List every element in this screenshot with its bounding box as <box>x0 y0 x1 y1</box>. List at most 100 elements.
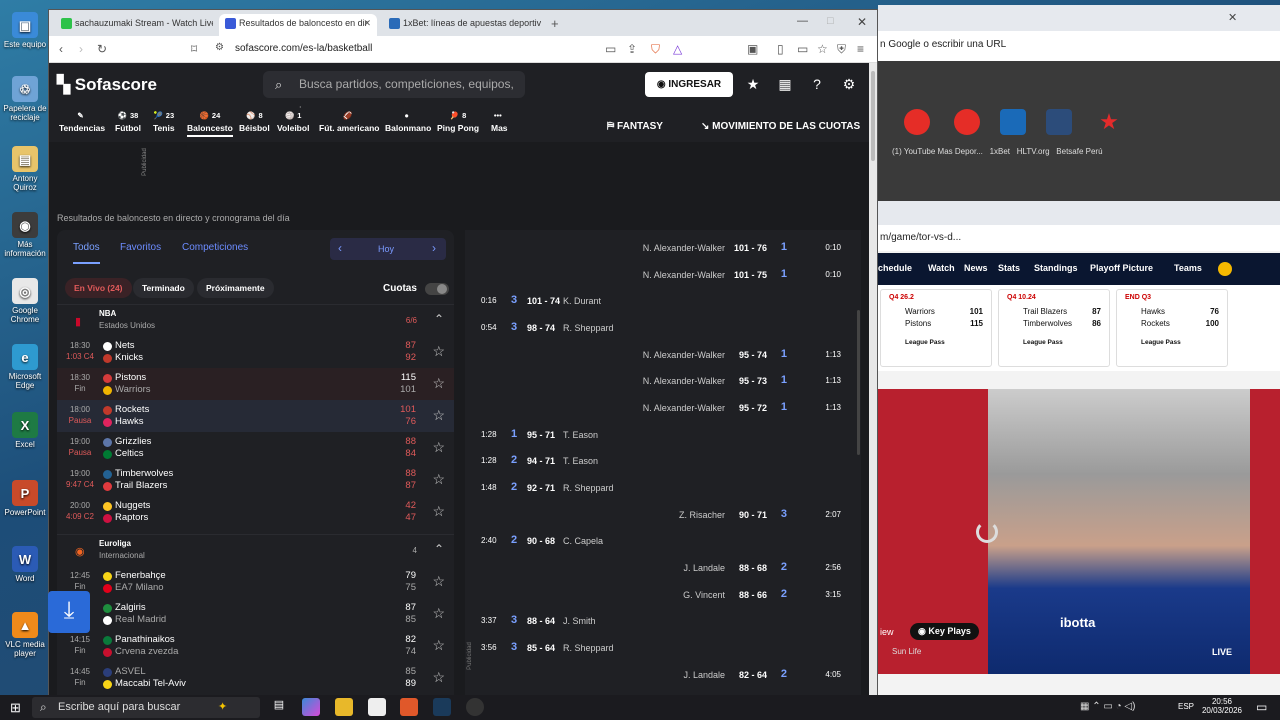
nba-nav-item[interactable]: chedule <box>878 263 912 273</box>
desktop-icon[interactable]: ▣ Este equipo <box>2 12 48 49</box>
match-row[interactable]: 18:00 Pausa Rockets Hawks 101 76 ☆ <box>57 400 454 432</box>
background-browser-window[interactable]: ✕ n Google o escribir una URL ★ (1) YouT… <box>878 5 1280 695</box>
bg-second-urlbar[interactable]: m/game/tor-vs-d... <box>878 225 1280 251</box>
feed-scrollbar[interactable] <box>857 310 860 455</box>
match-row[interactable]: 18:30 Fin Pistons Warriors 115 101 ☆ <box>57 368 454 400</box>
match-row[interactable]: 20:00 4:09 C2 Nuggets Raptors 42 47 ☆ <box>57 496 454 528</box>
favorite-star-icon[interactable]: ☆ <box>432 375 445 392</box>
bookmark-icon[interactable]: ⌑ <box>191 42 197 56</box>
desktop-icon[interactable]: ▤ Antony Quiroz <box>2 146 48 192</box>
odds-movement-button[interactable]: ↘ MOVIMIENTO DE LAS CUOTAS <box>701 121 860 132</box>
minimize-button[interactable]: — <box>797 15 808 27</box>
new-tab-button[interactable]: + <box>551 16 559 31</box>
next-day-icon[interactable]: › <box>432 241 436 255</box>
sport-tab-balonmano[interactable]: ● Balonmano <box>385 111 431 133</box>
nba-nav-item[interactable]: News <box>964 263 988 273</box>
install-icon[interactable]: ▭ <box>605 42 616 56</box>
nba-game-card[interactable]: END Q3 Hawks 76 Rockets 100 League Pass <box>1116 289 1228 367</box>
translate-icon[interactable]: ▣ <box>747 42 758 56</box>
sport-tab-ftbol[interactable]: ⚽ 38 Fútbol <box>115 111 141 133</box>
nba-nav-item[interactable]: Playoff Picture <box>1090 263 1153 273</box>
brave-taskbar-icon[interactable] <box>400 698 418 716</box>
league-header[interactable]: ◉ Euroliga Internacional 4 ⌃ <box>57 534 454 566</box>
league-pass-link[interactable]: League Pass <box>1023 339 1063 346</box>
language-indicator[interactable]: ESP <box>1178 702 1194 711</box>
favorite-star-icon[interactable]: ☆ <box>432 343 445 360</box>
bg-urlbar[interactable]: n Google o escribir una URL <box>878 31 1280 61</box>
tab-todos[interactable]: Todos <box>73 242 100 264</box>
desktop-icon[interactable]: X Excel <box>2 412 48 449</box>
video-player[interactable]: ibotta iew ◉ Key Plays Sun Life LIVE <box>878 389 1280 674</box>
taskbar-search[interactable]: ⌕ Escribe aquí para buscar ✦ <box>32 697 260 718</box>
favorite-star-icon[interactable]: ☆ <box>432 407 445 424</box>
favorite-star-icon[interactable]: ☆ <box>432 637 445 654</box>
notification-icon[interactable]: ▭ <box>1256 700 1267 714</box>
wallet-icon[interactable]: ▭ <box>797 42 808 56</box>
site-info-icon[interactable]: ⚙ <box>215 42 224 53</box>
url-text[interactable]: sofascore.com/es-la/basketball <box>235 43 372 54</box>
nba-game-card[interactable]: Q4 26.2 Warriors 101 Pistons 115 League Pass <box>880 289 992 367</box>
browser-tab[interactable]: 1xBet: líneas de apuestas deportivas <box>383 14 541 36</box>
league-header[interactable]: ▮ NBA Estados Unidos 6/6 ⌃ <box>57 304 454 336</box>
sidebar-icon[interactable]: ▯ <box>777 42 784 56</box>
match-row[interactable]: 12:45 Fin Fenerbahçe EA7 Milano 79 75 ☆ <box>57 566 454 598</box>
sport-tab-baloncesto[interactable]: 🏀 24 Baloncesto <box>187 111 233 137</box>
date-label[interactable]: Hoy <box>378 244 394 254</box>
favorite-star-icon[interactable]: ☆ <box>432 605 445 622</box>
league-pass-link[interactable]: League Pass <box>1141 339 1181 346</box>
sport-tab-tendencias[interactable]: ✎ Tendencias <box>59 111 105 133</box>
settings-gear-icon[interactable]: ⚙ <box>841 76 857 92</box>
favorite-star-icon[interactable]: ☆ <box>432 471 445 488</box>
search-input[interactable]: ⌕ Busca partidos, competiciones, equipos… <box>263 71 525 118</box>
match-row[interactable]: 18:30 1:03 C4 Nets Knicks 87 92 ☆ <box>57 336 454 368</box>
favorite-star-icon[interactable]: ☆ <box>432 439 445 456</box>
browser-window[interactable]: sachauzumaki Stream - Watch Live o Result… <box>48 9 878 696</box>
sport-tab-pingpong[interactable]: 🏓 8 Ping Pong <box>437 111 479 133</box>
extensions-icon[interactable]: ☆ <box>817 42 828 56</box>
1xbet-shortcut-icon[interactable] <box>1000 109 1026 135</box>
clock[interactable]: 20:56 20/03/2026 <box>1200 697 1244 715</box>
collapse-chevron-icon[interactable]: ⌃ <box>434 542 444 556</box>
forward-icon[interactable]: › <box>79 42 83 56</box>
vpn-icon[interactable]: ⛨ <box>837 42 846 57</box>
store-icon[interactable] <box>368 698 386 716</box>
task-view-icon[interactable]: ▤ <box>270 698 288 716</box>
system-tray-icons[interactable]: ▦ ⌃ ▭ ◔ ◁) <box>1080 701 1135 712</box>
match-row[interactable]: 14:45 Fin ASVEL Maccabi Tel-Aviv 85 89 ☆ <box>57 662 454 694</box>
sport-tab-ftamericano[interactable]: 🏈 Fút. americano <box>319 111 379 133</box>
sport-tab-tenis[interactable]: 🎾 23 Tenis <box>153 111 175 133</box>
match-row[interactable]: 14:15 Fin Panathinaikos Crvena zvezda 82 74 ☆ <box>57 630 454 662</box>
sofascore-logo[interactable]: ▚ Sofascore <box>57 75 157 95</box>
share-icon[interactable]: ⇪ <box>627 42 637 56</box>
download-icon[interactable]: ⤓ <box>48 591 90 633</box>
sport-tab-mas[interactable]: ••• Mas <box>491 111 508 133</box>
key-plays-button[interactable]: ◉ Key Plays <box>910 623 979 640</box>
nba-game-card[interactable]: Q4 10.24 Trail Blazers 87 Timberwolves 86 Lea… <box>998 289 1110 367</box>
chip-live[interactable]: En Vivo (24) <box>65 278 132 298</box>
login-button[interactable]: ◉ INGRESAR <box>645 72 733 97</box>
match-row[interactable]: 19:00 Pausa Grizzlies Celtics 88 84 ☆ <box>57 432 454 464</box>
bg-window-controls[interactable]: ✕ <box>1228 11 1237 24</box>
youtube-shortcut-icon[interactable] <box>904 109 930 135</box>
browser-tab[interactable]: sachauzumaki Stream - Watch Live o <box>55 14 213 36</box>
collapse-chevron-icon[interactable]: ⌃ <box>434 312 444 326</box>
page-scrollbar[interactable] <box>869 63 877 696</box>
brave-shield-icon[interactable]: ⛉ <box>651 42 660 57</box>
fantasy-button[interactable]: ⛿ FANTASY <box>607 121 663 132</box>
favorite-star-icon[interactable]: ☆ <box>432 503 445 520</box>
reload-icon[interactable]: ↻ <box>97 42 107 56</box>
favorite-star-icon[interactable]: ☆ <box>432 669 445 686</box>
betsafe-shortcut-icon[interactable]: ★ <box>1096 109 1122 135</box>
help-icon[interactable]: ? <box>809 76 825 92</box>
nba-nav-item[interactable]: Watch <box>928 263 955 273</box>
match-row[interactable]: 19:00 9:47 C4 Timberwolves Trail Blazers 88 8… <box>57 464 454 496</box>
tab-favoritos[interactable]: Favoritos <box>120 242 161 253</box>
rewards-icon[interactable]: △ <box>673 42 682 56</box>
windows-start-icon[interactable]: ⊞ <box>10 700 21 716</box>
hltv-shortcut-icon[interactable] <box>1046 109 1072 135</box>
league-pass-link[interactable]: League Pass <box>905 339 945 346</box>
nba-nav-item[interactable]: Teams <box>1174 263 1202 273</box>
favorite-star-icon[interactable]: ☆ <box>432 573 445 590</box>
chip-finished[interactable]: Terminado <box>133 278 194 298</box>
steam-icon[interactable] <box>433 698 451 716</box>
